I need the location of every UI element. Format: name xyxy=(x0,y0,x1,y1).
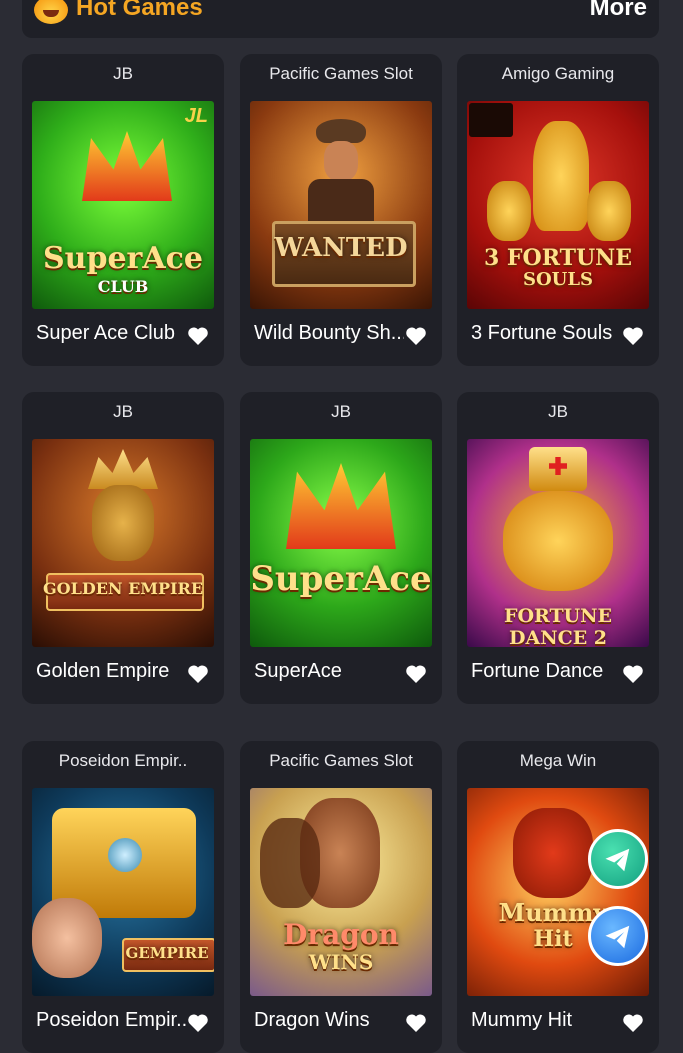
heart-icon[interactable] xyxy=(186,1011,210,1035)
provider-label: Mega Win xyxy=(519,751,597,770)
provider-label: Poseidon Empir.. xyxy=(58,751,188,770)
game-name: Golden Empire xyxy=(36,660,170,682)
provider-label: JB xyxy=(113,64,133,83)
game-thumbnail[interactable]: 3 FORTUNE SOULS xyxy=(467,101,649,309)
section-title: Hot Games xyxy=(76,0,203,21)
provider-label: Pacific Games Slot xyxy=(269,64,413,83)
game-name: Dragon Wins xyxy=(254,1009,370,1031)
game-card-3-fortune-souls[interactable]: Amigo Gaming 3 FORTUNE SOULS 3 Fortune S… xyxy=(457,54,659,366)
heart-icon[interactable] xyxy=(186,662,210,686)
heart-icon[interactable] xyxy=(404,1011,428,1035)
telegram-icon[interactable] xyxy=(588,829,648,889)
telegram-icon[interactable] xyxy=(588,906,648,966)
provider-label: Amigo Gaming xyxy=(501,64,615,83)
game-card-mummy-hit[interactable]: Mega Win Mummy Hit Mummy Hit xyxy=(457,741,659,1053)
game-card-super-ace-club[interactable]: JB JL SuperAce CLUB Super Ace Club xyxy=(22,54,224,366)
game-card-poseidon-empire[interactable]: Poseidon Empir.. GEMPIRE Poseidon Empir.… xyxy=(22,741,224,1053)
game-thumbnail[interactable]: Dragon WINS xyxy=(250,788,432,996)
game-name: Mummy Hit xyxy=(471,1009,573,1031)
game-thumbnail[interactable]: SuperAce xyxy=(250,439,432,647)
fire-emoji-icon xyxy=(34,0,68,24)
heart-icon[interactable] xyxy=(621,324,645,348)
game-name: Fortune Dance xyxy=(471,660,604,682)
game-name: 3 Fortune Souls xyxy=(471,322,613,344)
provider-label: JB xyxy=(548,402,568,421)
provider-label: JB xyxy=(331,402,351,421)
game-thumbnail[interactable]: JL SuperAce CLUB xyxy=(32,101,214,309)
provider-label: Pacific Games Slot xyxy=(269,751,413,770)
game-name: Poseidon Empir... xyxy=(36,1009,186,1031)
game-card-golden-empire[interactable]: JB GOLDEN EMPIRE Golden Empire xyxy=(22,392,224,704)
provider-label: JB xyxy=(113,402,133,421)
game-thumbnail[interactable]: WANTED xyxy=(250,101,432,309)
more-button[interactable]: More xyxy=(590,0,647,22)
heart-icon[interactable] xyxy=(621,1011,645,1035)
heart-icon[interactable] xyxy=(186,324,210,348)
heart-icon[interactable] xyxy=(404,662,428,686)
game-thumbnail[interactable]: GEMPIRE xyxy=(32,788,214,996)
game-card-dragon-wins[interactable]: Pacific Games Slot Dragon WINS Dragon Wi… xyxy=(240,741,442,1053)
game-card-fortune-dance[interactable]: JB FORTUNE DANCE 2 Fortune Dance xyxy=(457,392,659,704)
game-name: Super Ace Club xyxy=(36,322,175,344)
heart-icon[interactable] xyxy=(621,662,645,686)
game-card-wild-bounty[interactable]: Pacific Games Slot WANTED Wild Bounty Sh… xyxy=(240,54,442,366)
game-thumbnail[interactable]: GOLDEN EMPIRE xyxy=(32,439,214,647)
hot-games-header: Hot Games More xyxy=(22,0,659,38)
heart-icon[interactable] xyxy=(404,324,428,348)
game-thumbnail[interactable]: FORTUNE DANCE 2 xyxy=(467,439,649,647)
game-name: SuperAce xyxy=(254,660,342,682)
game-card-superace[interactable]: JB SuperAce SuperAce xyxy=(240,392,442,704)
game-name: Wild Bounty Sh... xyxy=(254,322,404,344)
